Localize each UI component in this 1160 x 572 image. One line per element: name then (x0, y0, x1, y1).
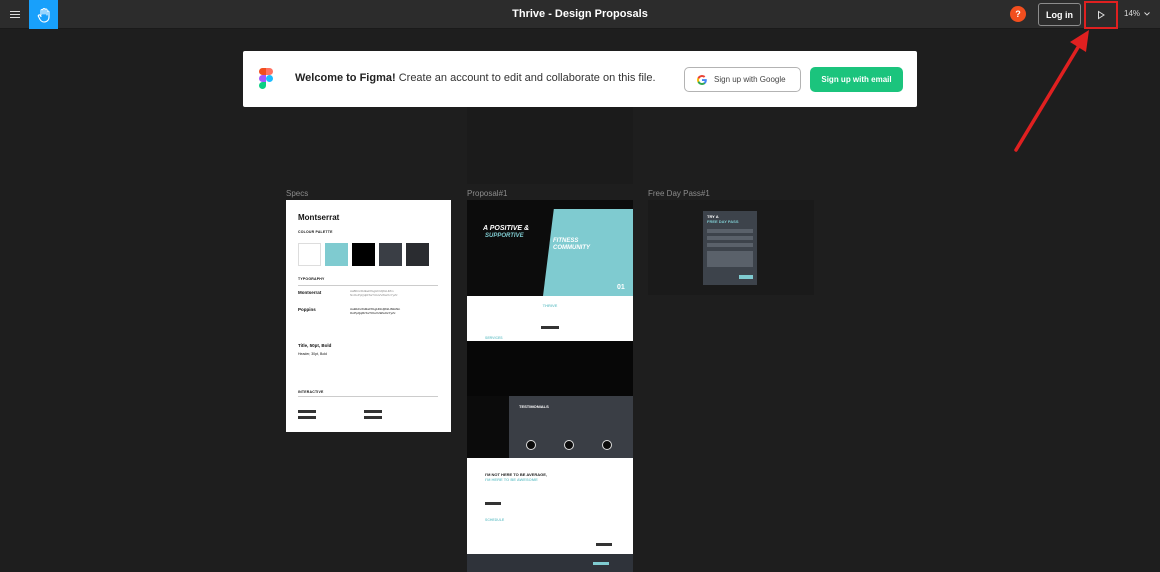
testimonial-avatar (526, 440, 536, 450)
freepass-submit (739, 275, 753, 279)
google-icon (697, 74, 707, 85)
hamburger-icon (9, 11, 20, 12)
login-button[interactable]: Log in (1038, 3, 1081, 26)
frame-proposal[interactable]: A POSITIVE & SUPPORTIVE FITNESS COMMUNIT… (467, 200, 633, 572)
hero-line1: A POSITIVE & (483, 225, 530, 232)
specs-typography-heading: TYPOGRAPHY (298, 277, 325, 281)
top-toolbar: Thrive - Design Proposals ? Log in 14% (0, 0, 1160, 29)
hero-line2: SUPPORTIVE (485, 233, 524, 239)
divider (298, 285, 438, 286)
specs-font1: Montserrat (298, 290, 322, 295)
proposal-thrive-section: THRIVE SERVICES (467, 296, 633, 341)
frame-specs[interactable]: Montserrat COLOUR PALETTE TYPOGRAPHY Mon… (286, 200, 451, 432)
hero-teal-shape (543, 209, 633, 296)
hand-icon (37, 7, 50, 23)
zoom-dropdown[interactable]: 14% (1124, 9, 1150, 18)
freepass-textarea (707, 251, 753, 267)
swatch-teal (325, 243, 348, 266)
signup-email-button[interactable]: Sign up with email (810, 67, 903, 92)
welcome-bold: Welcome to Figma! (295, 72, 396, 84)
proposal-testimonials-section: TESTIMONIALS (467, 396, 633, 458)
freepass-title2: FREE DAY PASS (707, 219, 739, 224)
signup-google-button[interactable]: Sign up with Google (684, 67, 801, 92)
schedule-heading: SCHEDULE (485, 518, 505, 522)
frame-label-proposal: Proposal#1 (467, 189, 508, 198)
frame-label-specs: Specs (286, 189, 309, 198)
figma-logo-icon (259, 68, 273, 89)
present-button[interactable] (1084, 1, 1118, 29)
swatch-black (352, 243, 375, 266)
testimonials-heading: TESTIMONIALS (519, 404, 549, 409)
proposal-footer (467, 554, 633, 572)
button-sample (298, 410, 316, 413)
specs-font2: Poppins (298, 307, 316, 312)
zoom-level: 14% (1124, 9, 1141, 18)
hero-line4: COMMUNITY (553, 245, 590, 251)
frame-freepass[interactable]: TRY A FREE DAY PASS (648, 200, 814, 295)
button-sample (364, 410, 382, 413)
hero-line3: FITNESS (553, 238, 579, 244)
average-button (485, 502, 501, 505)
help-button[interactable]: ? (1010, 6, 1026, 22)
freepass-field (707, 236, 753, 240)
divider (298, 396, 438, 397)
testimonials-photo (467, 396, 509, 458)
document-title: Thrive - Design Proposals (512, 8, 648, 20)
font2-sample: AaBbCcDdEeFfGgHhIiJjKkLlMmNn OoPpQqRrSsT… (350, 307, 401, 315)
swatch-grey (379, 243, 402, 266)
testimonial-avatar (602, 440, 612, 450)
proposal-awesome-section: I'M NOT HERE TO BE AVERAGE, I'M HERE TO … (467, 458, 633, 554)
button-sample (364, 416, 382, 419)
welcome-text: Welcome to Figma! Create an account to e… (295, 72, 656, 84)
welcome-message: Create an account to edit and collaborat… (395, 72, 656, 84)
freepass-field (707, 229, 753, 233)
google-button-label: Sign up with Google (714, 75, 786, 84)
chevron-down-icon (1144, 11, 1150, 16)
frame-top-preview[interactable] (467, 107, 633, 184)
specs-sample-header: Header, 30pt, Bold (298, 352, 327, 356)
thrive-heading: THRIVE (542, 303, 558, 308)
specs-font-name: Montserrat (298, 213, 340, 222)
frame-label-freepass: Free Day Pass#1 (648, 189, 710, 198)
freepass-card: TRY A FREE DAY PASS (703, 211, 757, 285)
hero-number: 01 (617, 284, 625, 291)
hand-tool-button[interactable] (29, 0, 58, 29)
freepass-field (707, 243, 753, 247)
swatch-white (298, 243, 321, 266)
welcome-banner: Welcome to Figma! Create an account to e… (243, 51, 917, 107)
average-line2: I'M HERE TO BE AWESOME (485, 477, 538, 482)
services-heading: SERVICES (485, 336, 503, 340)
thrive-button (541, 326, 559, 329)
schedule-button (596, 543, 612, 546)
specs-colour-palette-heading: COLOUR PALETTE (298, 230, 333, 234)
proposal-services-section (467, 341, 633, 396)
swatch-dark (406, 243, 429, 266)
main-menu-button[interactable] (0, 0, 29, 29)
play-icon (1098, 10, 1105, 20)
proposal-hero: A POSITIVE & SUPPORTIVE FITNESS COMMUNIT… (467, 200, 633, 296)
footer-button (593, 562, 609, 565)
specs-interactive-heading: INTERACTIVE (298, 390, 324, 394)
font1-sample: AaBbCcDdEeFfGgHhIiJjKkLlMm NnOoPpQqRrSsT… (350, 289, 398, 297)
button-sample (298, 416, 316, 419)
testimonial-avatar (564, 440, 574, 450)
specs-sample-title: Title, 50pt, Bold (298, 343, 332, 348)
